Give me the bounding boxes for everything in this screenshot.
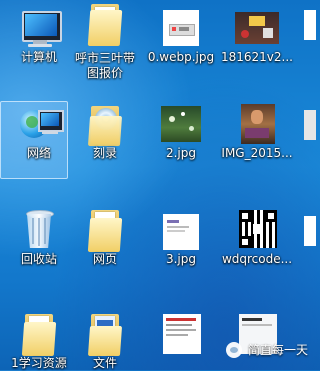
image-0webp-icon[interactable]: 0.webp.jpg <box>142 8 220 65</box>
clipped-icon-right-2[interactable] <box>304 110 316 140</box>
image-3jpg-label: 3.jpg <box>165 252 197 266</box>
image-181621-icon[interactable]: 181621v2... <box>218 8 296 65</box>
image-2jpg-label: 2.jpg <box>165 146 197 160</box>
folder-web-icon[interactable]: 网页 <box>66 208 144 267</box>
image-wdqrcode-label: wdqrcode... <box>221 252 293 266</box>
clipped-icon-right-3[interactable] <box>304 216 316 246</box>
watermark-text: 简直每一天 <box>247 343 308 357</box>
image-wdqrcode-icon[interactable]: wdqrcode... <box>218 208 296 267</box>
wechat-watermark: 简直每一天 <box>225 341 308 358</box>
burn-label: 刻录 <box>92 146 117 160</box>
image-img2015-label: IMG_2015... <box>221 146 293 160</box>
folder-hushi-label: 呼市三叶带 图报价 <box>74 51 135 80</box>
folder-hushi-icon[interactable]: 呼市三叶带 图报价 <box>66 2 144 81</box>
image-181621-label: 181621v2... <box>221 50 293 64</box>
image-3jpg-icon[interactable]: 3.jpg <box>142 208 220 267</box>
image-img2015-icon[interactable]: IMG_2015... <box>218 104 296 161</box>
folder-files-icon[interactable]: 文件 <box>66 312 144 371</box>
image-2jpg-icon[interactable]: 2.jpg <box>142 104 220 161</box>
burn-folder-icon[interactable]: 刻录 <box>66 104 144 161</box>
clipped-icon-right-1[interactable] <box>304 10 316 40</box>
folder-files-label: 文件 <box>92 356 117 370</box>
folder-web-label: 网页 <box>92 252 117 266</box>
screenshot-thumb-icon[interactable] <box>142 312 220 356</box>
wechat-icon <box>225 341 242 358</box>
image-0webp-label: 0.webp.jpg <box>147 50 215 64</box>
